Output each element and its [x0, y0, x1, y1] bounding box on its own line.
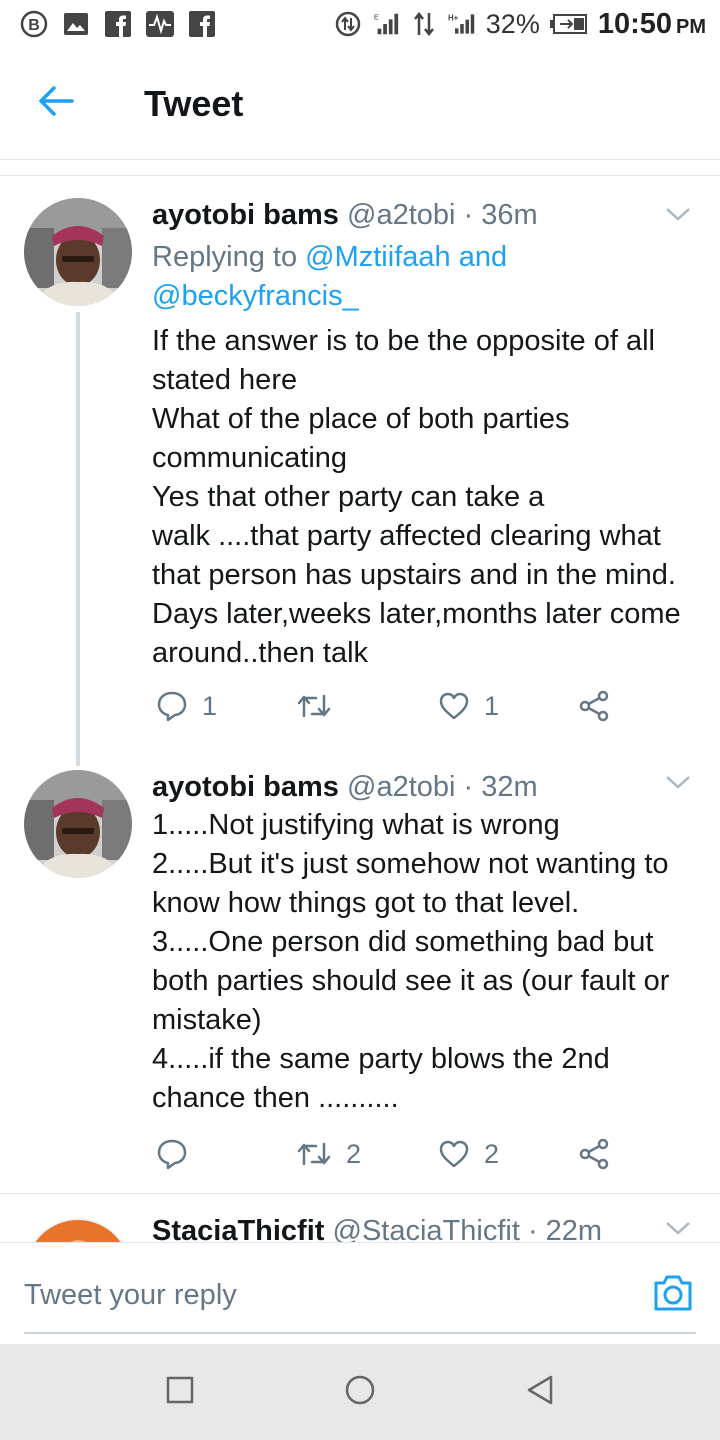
- author-handle[interactable]: @a2tobi: [347, 771, 455, 803]
- tweet-body: StaciaThicfit @StaciaThicfit · 22m: [152, 1214, 696, 1242]
- tweet[interactable]: StaciaThicfit @StaciaThicfit · 22m: [0, 1194, 720, 1242]
- tweet-actions: 1 1: [152, 684, 632, 728]
- back-button[interactable]: [0, 48, 112, 160]
- heart-icon: [438, 1139, 470, 1169]
- signal-icon: E: [372, 10, 400, 38]
- activity-icon: [146, 10, 174, 38]
- like-count: 1: [484, 690, 500, 721]
- reply-button[interactable]: 1: [156, 690, 217, 722]
- reply-and[interactable]: and: [459, 241, 507, 273]
- tweet-body: ayotobi bams @a2tobi · 36m Replying to @…: [152, 198, 696, 673]
- system-nav-bar: [0, 1344, 720, 1440]
- retweet-button[interactable]: 2: [296, 1139, 361, 1170]
- svg-text:H+: H+: [448, 14, 459, 23]
- share-button[interactable]: [578, 690, 610, 722]
- retweet-icon: [296, 692, 332, 720]
- tweet-time: · 22m: [527, 1215, 603, 1242]
- home-button[interactable]: [330, 1362, 390, 1422]
- tweet-menu-button[interactable]: [660, 1212, 696, 1242]
- avatar[interactable]: [24, 1218, 132, 1242]
- replying-prefix: Replying to: [152, 241, 298, 273]
- avatar[interactable]: [24, 198, 132, 306]
- chevron-down-icon: [665, 206, 691, 227]
- status-bar: B E H+ 32% 10:50 PM: [0, 0, 720, 48]
- camera-icon: [652, 1275, 694, 1317]
- facebook-icon: [104, 10, 132, 38]
- data-saver-icon: [334, 10, 362, 38]
- back-icon: [525, 1374, 555, 1411]
- retweet-count: 2: [346, 1138, 362, 1169]
- replying-to: Replying to @Mztiifaah and @beckyfrancis…: [152, 238, 696, 316]
- like-count: 2: [484, 1138, 500, 1169]
- reply-icon: [156, 1138, 188, 1170]
- author-name[interactable]: ayotobi bams: [152, 199, 339, 231]
- retweet-icon: [296, 1140, 332, 1168]
- share-icon: [578, 1138, 610, 1170]
- recent-apps-icon: [166, 1376, 194, 1409]
- svg-text:B: B: [28, 17, 40, 34]
- header-divider: [0, 160, 720, 176]
- tweet-header: ayotobi bams @a2tobi · 32m: [152, 770, 696, 804]
- reply-button[interactable]: [156, 1138, 202, 1170]
- tweet-actions: 2 2: [152, 1132, 632, 1176]
- share-button[interactable]: [578, 1138, 610, 1170]
- data-arrows-icon: [410, 10, 438, 38]
- like-button[interactable]: 2: [438, 1139, 499, 1170]
- battery-icon: [549, 10, 588, 38]
- image-icon: [62, 10, 90, 38]
- avatar[interactable]: [24, 770, 132, 878]
- battery-percent: 32%: [485, 8, 540, 39]
- recent-apps-button[interactable]: [150, 1362, 210, 1422]
- reply-underline: [24, 1332, 696, 1334]
- reply-composer: [0, 1242, 720, 1344]
- heart-icon: [438, 691, 470, 721]
- share-icon: [578, 690, 610, 722]
- arrow-left-icon: [38, 85, 74, 122]
- reply-icon: [156, 690, 188, 722]
- home-icon: [344, 1374, 376, 1411]
- b-circle-icon: B: [20, 10, 48, 38]
- clock: 10:50 PM: [598, 8, 706, 41]
- tweet-time: · 36m: [463, 199, 538, 231]
- reply-user-link[interactable]: @beckyfrancis_: [152, 280, 359, 312]
- chevron-down-icon: [665, 1220, 691, 1241]
- tweet-text: If the answer is to be the opposite of a…: [152, 325, 681, 669]
- clock-time: 10:50: [597, 7, 672, 40]
- author-name[interactable]: ayotobi bams: [152, 771, 339, 803]
- author-name[interactable]: StaciaThicfit: [152, 1215, 324, 1242]
- tweet-header: ayotobi bams @a2tobi · 36m: [152, 198, 696, 232]
- chevron-down-icon: [665, 774, 691, 795]
- signal-h-plus-icon: H+: [448, 10, 476, 38]
- tweet-header: StaciaThicfit @StaciaThicfit · 22m: [152, 1214, 696, 1242]
- retweet-button[interactable]: [296, 692, 346, 720]
- thread-line: [76, 312, 80, 766]
- svg-text:E: E: [374, 12, 379, 21]
- reply-count: 1: [202, 690, 218, 721]
- author-handle[interactable]: @a2tobi: [347, 199, 455, 231]
- like-button[interactable]: 1: [438, 691, 499, 722]
- tweet-menu-button[interactable]: [660, 766, 696, 802]
- reply-input[interactable]: [24, 1273, 624, 1317]
- clock-ampm: PM: [676, 15, 706, 38]
- tweet-body: ayotobi bams @a2tobi · 32m 1.....Not jus…: [152, 770, 696, 1118]
- author-handle[interactable]: @StaciaThicfit: [333, 1215, 520, 1242]
- tweet[interactable]: ayotobi bams @a2tobi · 36m Replying to @…: [0, 176, 720, 766]
- back-nav-button[interactable]: [510, 1362, 570, 1422]
- page-title: Tweet: [144, 82, 244, 124]
- tweet[interactable]: ayotobi bams @a2tobi · 32m 1.....Not jus…: [0, 766, 720, 1194]
- facebook-icon: [188, 10, 216, 38]
- tweet-menu-button[interactable]: [660, 198, 696, 234]
- reply-user-link[interactable]: @Mztiifaah: [305, 241, 450, 273]
- tweet-time: · 32m: [463, 771, 538, 803]
- tweet-text: 1.....Not justifying what is wrong 2....…: [152, 809, 670, 1114]
- app-header: Tweet: [0, 48, 720, 160]
- camera-button[interactable]: [652, 1273, 694, 1315]
